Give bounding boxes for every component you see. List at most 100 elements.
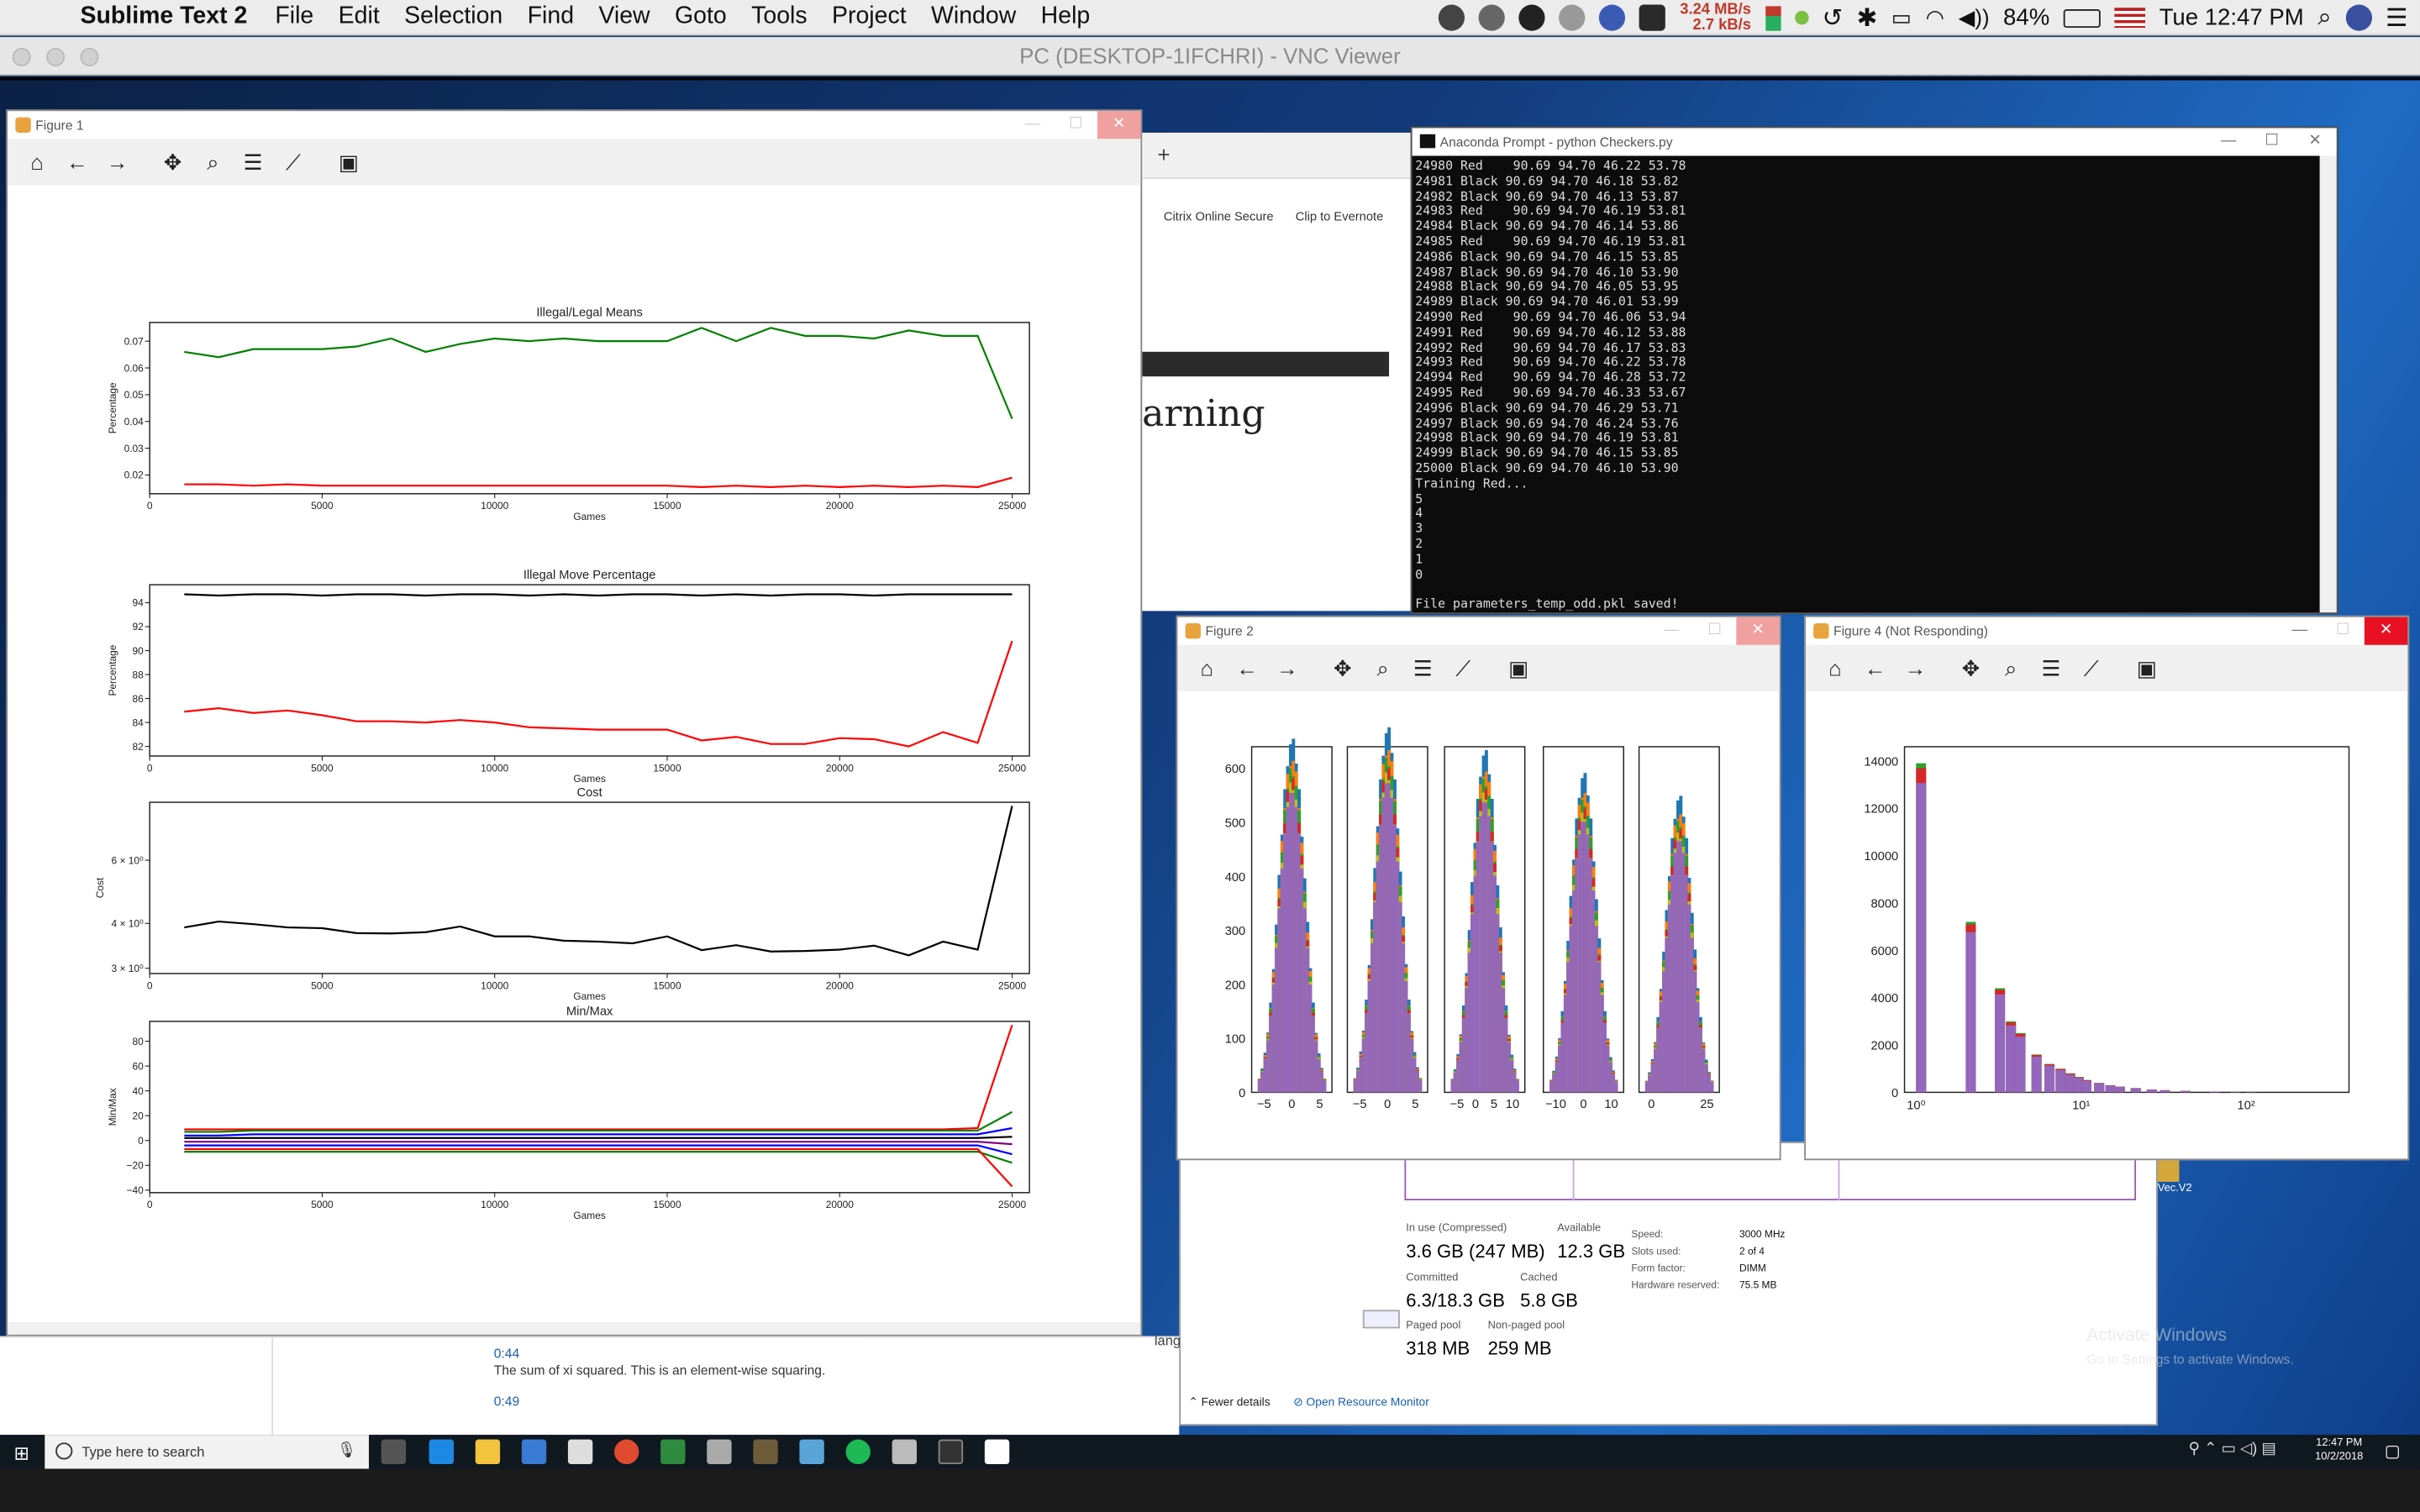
menu-find[interactable]: Find <box>515 3 587 31</box>
terminal-app-icon[interactable] <box>938 1439 964 1465</box>
desktop-icon-label[interactable]: Vec.V2 <box>2158 1184 2192 1194</box>
menu-tools[interactable]: Tools <box>739 3 819 31</box>
terminal-output[interactable]: 24980 Red 90.69 94.70 46.22 53.78 24981 B… <box>1413 156 2320 613</box>
figure4-canvas[interactable]: 14000 12000 10000 8000 6000 4000 2000 0 10⁰ 10¹ 10… <box>1806 691 2407 1151</box>
task-view-icon[interactable] <box>381 1439 407 1465</box>
edge-icon[interactable] <box>429 1439 454 1465</box>
desktop-file-icon[interactable] <box>2157 1160 2180 1182</box>
transcript-timestamp[interactable]: 0:49 <box>494 1394 519 1409</box>
maximize-button[interactable]: ☐ <box>2321 617 2364 645</box>
home-icon[interactable]: ⌂ <box>1815 648 1855 688</box>
menu-goto[interactable]: Goto <box>662 3 739 31</box>
edit-axes-icon[interactable]: ⟋ <box>1443 648 1483 688</box>
menu-edit[interactable]: Edit <box>326 3 392 31</box>
app-icon[interactable] <box>799 1439 824 1465</box>
app-menu[interactable]: Sublime Text 2 <box>61 3 262 31</box>
figure2-canvas[interactable]: −5 0 5 −5 0 5 −5 0 5 10 −10 0 10 0 2560050040030020010… <box>1177 691 1779 1151</box>
minimize-button[interactable]: — <box>1011 111 1054 139</box>
file-explorer-icon[interactable] <box>475 1439 501 1465</box>
figure1-canvas[interactable]: Illegal/Legal Means Games Percentage 0 5000 1… <box>8 185 1144 1326</box>
battery-icon[interactable] <box>2063 8 2101 28</box>
pan-icon[interactable]: ✥ <box>1951 648 1991 688</box>
menu-help[interactable]: Help <box>1028 3 1102 31</box>
minimize-button[interactable]: — <box>2278 617 2321 645</box>
open-resource-monitor-link[interactable]: ⊘ Open Resource Monitor <box>1293 1394 1429 1409</box>
tray-icons[interactable]: ⚲ ⌃ ▭ ◁) ▤ <box>2188 1441 2275 1458</box>
menu-selection[interactable]: Selection <box>392 3 515 31</box>
close-traffic-light[interactable] <box>12 47 31 66</box>
flame-icon[interactable] <box>1519 4 1546 31</box>
taskbar-search-input[interactable]: Type here to search 🎙 <box>45 1435 369 1469</box>
close-button[interactable]: ✕ <box>1097 111 1141 139</box>
edit-axes-icon[interactable]: ⟋ <box>2071 648 2112 688</box>
terminal-scrollbar[interactable] <box>2319 155 2337 613</box>
home-icon[interactable]: ⌂ <box>1186 648 1227 688</box>
status-app-icon[interactable] <box>1439 4 1465 31</box>
app-icon[interactable] <box>892 1439 918 1465</box>
maximize-button[interactable]: ☐ <box>1054 111 1097 139</box>
status-app-icon[interactable] <box>1559 4 1586 31</box>
fewer-details-button[interactable]: ⌃ Fewer details <box>1188 1394 1270 1409</box>
notification-center-icon[interactable]: ☰ <box>2386 3 2407 34</box>
app-icon[interactable] <box>845 1439 871 1465</box>
bluetooth-icon[interactable]: ✱ <box>1857 3 1878 34</box>
save-icon[interactable]: ▣ <box>329 142 369 182</box>
back-arrow-icon[interactable]: ← <box>1227 648 1267 688</box>
transcript-timestamp[interactable]: 0:44 <box>494 1346 519 1361</box>
status-app-icon[interactable] <box>1599 4 1626 31</box>
save-icon[interactable]: ▣ <box>1498 648 1539 688</box>
menu-view[interactable]: View <box>587 3 663 31</box>
edit-axes-icon[interactable]: ⟋ <box>273 142 313 182</box>
microphone-icon[interactable]: 🎙 <box>337 1435 356 1468</box>
zoom-magnifier-icon[interactable]: ⌕ <box>193 142 234 182</box>
close-button[interactable]: ✕ <box>2293 128 2336 155</box>
mail-icon[interactable] <box>567 1439 593 1465</box>
battery-meter-icon[interactable] <box>1765 5 1781 30</box>
maximize-button[interactable]: ☐ <box>1693 617 1736 645</box>
search-icon[interactable]: ⌕ <box>2317 4 2331 32</box>
back-arrow-icon[interactable]: ← <box>57 142 97 182</box>
status-app-icon[interactable] <box>1479 4 1506 31</box>
zoom-magnifier-icon[interactable]: ⌕ <box>1363 648 1403 688</box>
close-button[interactable]: ✕ <box>2364 617 2408 645</box>
windows-start-icon[interactable]: ⊞ <box>14 1442 29 1464</box>
bookmark-citrix[interactable]: Citrix Online Secure <box>1164 210 1274 224</box>
close-button[interactable]: ✕ <box>1736 617 1780 645</box>
forward-arrow-icon[interactable]: → <box>1896 648 1936 688</box>
flag-icon[interactable] <box>2114 8 2146 29</box>
action-center-icon[interactable]: ▢ <box>2385 1441 2401 1461</box>
zoom-magnifier-icon[interactable]: ⌕ <box>1991 648 2031 688</box>
forward-arrow-icon[interactable]: → <box>97 142 138 182</box>
wifi-icon[interactable]: ◠ <box>1926 5 1944 31</box>
document-app-icon[interactable] <box>984 1439 1010 1465</box>
minimize-button[interactable]: — <box>1649 617 1692 645</box>
subplots-config-icon[interactable]: ☰ <box>1403 648 1444 688</box>
taskbar-clock[interactable]: 12:47 PM 10/2/2018 <box>2315 1436 2363 1464</box>
menu-window[interactable]: Window <box>918 3 1028 31</box>
battery-percent[interactable]: 84% <box>2003 5 2049 31</box>
subplots-config-icon[interactable]: ☰ <box>2031 648 2071 688</box>
view-toggle-icon[interactable] <box>1362 1310 1400 1329</box>
pan-icon[interactable]: ✥ <box>153 142 193 182</box>
zoom-traffic-light[interactable] <box>80 47 99 66</box>
minimize-button[interactable]: — <box>2207 128 2250 155</box>
forward-arrow-icon[interactable]: → <box>1267 648 1307 688</box>
evernote-icon[interactable] <box>1639 4 1666 31</box>
chrome-icon[interactable] <box>614 1439 639 1465</box>
time-machine-icon[interactable]: ↺ <box>1822 3 1843 34</box>
siri-icon[interactable] <box>2345 4 2372 31</box>
app-icon[interactable] <box>753 1439 778 1465</box>
app-icon[interactable] <box>707 1439 732 1465</box>
maximize-button[interactable]: ☐ <box>2250 128 2293 155</box>
back-arrow-icon[interactable]: ← <box>1855 648 1896 688</box>
save-icon[interactable]: ▣ <box>2127 648 2167 688</box>
new-tab-button[interactable]: + <box>1142 132 1420 180</box>
minimize-traffic-light[interactable] <box>46 47 66 66</box>
volume-icon[interactable]: ◀)) <box>1959 5 1990 31</box>
menu-file[interactable]: File <box>263 3 326 31</box>
subplots-config-icon[interactable]: ☰ <box>233 142 273 182</box>
clock[interactable]: Tue 12:47 PM <box>2160 5 2304 31</box>
home-icon[interactable]: ⌂ <box>17 142 57 182</box>
app-icon[interactable] <box>660 1439 686 1465</box>
bookmark-evernote[interactable]: Clip to Evernote <box>1296 210 1384 224</box>
